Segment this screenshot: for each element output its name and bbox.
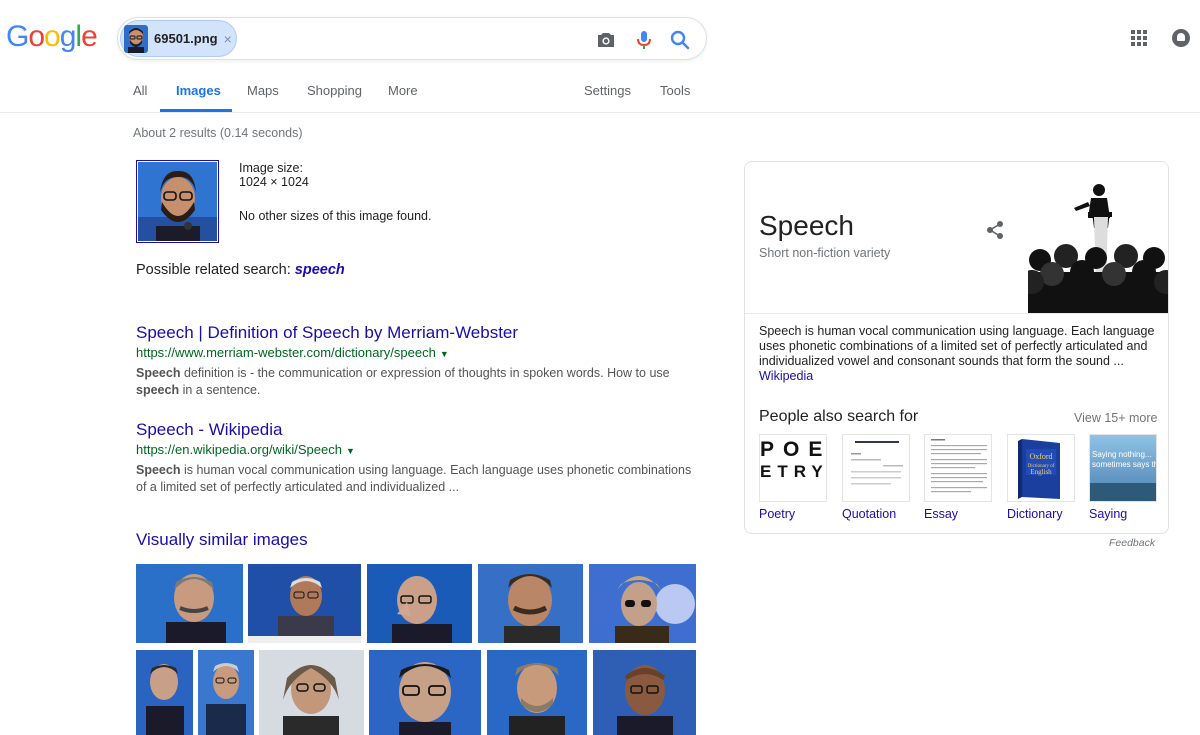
result-url-text: https://www.merriam-webster.com/dictiona… <box>136 345 436 360</box>
camera-icon[interactable] <box>594 28 618 52</box>
pas-item-saying[interactable]: Saying nothing...sometimes says the m Sa… <box>1089 434 1157 521</box>
result-url: https://www.merriam-webster.com/dictiona… <box>136 344 702 363</box>
tab-settings[interactable]: Settings <box>584 83 631 98</box>
logo-letter: G <box>6 20 29 53</box>
notifications-icon[interactable] <box>1172 29 1190 47</box>
search-box[interactable]: 69501.png × <box>117 17 707 60</box>
related-search-link[interactable]: speech <box>295 262 345 278</box>
query-image[interactable] <box>136 160 219 243</box>
visually-similar-heading[interactable]: Visually similar images <box>136 530 308 550</box>
pas-thumbnail: POE ETRY <box>759 434 827 502</box>
pas-thumbnail <box>924 434 992 502</box>
image-size-label: Image size: <box>239 161 303 175</box>
people-also-search-heading: People also search for <box>759 408 919 425</box>
pas-item-poetry[interactable]: POE ETRY Poetry <box>759 434 827 521</box>
view-more-link[interactable]: View 15+ more <box>1074 411 1158 425</box>
similar-image[interactable] <box>367 564 472 643</box>
image-query-chip[interactable]: 69501.png × <box>120 20 237 57</box>
search-result: Speech | Definition of Speech by Merriam… <box>136 322 702 399</box>
kp-description-text: Speech is human vocal communication usin… <box>759 324 1155 368</box>
result-snippet: Speech definition is - the communication… <box>136 366 670 397</box>
related-search-label: Possible related search: <box>136 262 291 278</box>
pas-label: Dictionary <box>1007 507 1063 521</box>
chevron-down-icon[interactable]: ▼ <box>440 349 449 359</box>
pas-thumbnail <box>842 434 910 502</box>
kp-subtitle: Short non-fiction variety <box>759 246 891 260</box>
similar-image[interactable] <box>198 650 254 735</box>
result-title-link[interactable]: Speech | Definition of Speech by Merriam… <box>136 322 702 344</box>
kp-hero-image[interactable] <box>1028 162 1168 313</box>
result-snippet: Speech is human vocal communication usin… <box>136 463 692 494</box>
similar-image[interactable] <box>248 564 361 643</box>
feedback-link[interactable]: Feedback <box>1109 537 1155 549</box>
svg-text:Oxford: Oxford <box>1029 452 1052 461</box>
share-icon[interactable] <box>985 220 1005 240</box>
result-url: https://en.wikipedia.org/wiki/Speech ▼ <box>136 441 702 460</box>
pas-label: Essay <box>924 507 959 521</box>
similar-image[interactable] <box>487 650 587 735</box>
similar-image[interactable] <box>136 650 193 735</box>
no-other-sizes-text: No other sizes of this image found. <box>239 209 432 223</box>
logo-letter: o <box>28 20 45 53</box>
pas-label: Poetry <box>759 507 796 521</box>
image-size-value: 1024 × 1024 <box>239 175 309 189</box>
similar-image[interactable] <box>369 650 481 735</box>
microphone-icon[interactable] <box>632 28 656 52</box>
query-thumbnail <box>124 24 148 53</box>
kp-divider <box>745 313 1168 314</box>
logo-letter: o <box>44 20 61 53</box>
pas-label: Quotation <box>842 507 897 521</box>
similar-image[interactable] <box>259 650 364 735</box>
result-stats: About 2 results (0.14 seconds) <box>133 126 303 140</box>
apps-grid-icon[interactable] <box>1131 30 1147 46</box>
logo-letter: e <box>81 20 98 53</box>
kp-description: Speech is human vocal communication usin… <box>759 324 1159 384</box>
similar-image[interactable] <box>593 650 696 735</box>
logo-letter: g <box>59 20 77 53</box>
active-tab-indicator <box>160 109 232 112</box>
pas-thumbnail: Oxford Dictionary of English <box>1007 434 1075 502</box>
chevron-down-icon[interactable]: ▼ <box>346 446 355 456</box>
tab-all[interactable]: All <box>133 83 147 98</box>
poetry-line: POE <box>760 438 827 461</box>
pas-item-essay[interactable]: Essay <box>924 434 992 521</box>
search-result: Speech - Wikipedia https://en.wikipedia.… <box>136 419 702 496</box>
kp-wikipedia-link[interactable]: Wikipedia <box>759 369 813 383</box>
query-filename: 69501.png <box>154 31 218 46</box>
similar-image[interactable] <box>478 564 583 643</box>
related-search: Possible related search: speech <box>136 262 345 278</box>
close-icon[interactable]: × <box>224 31 232 47</box>
pas-label: Saying <box>1089 507 1128 521</box>
tab-maps[interactable]: Maps <box>247 83 279 98</box>
pas-item-dictionary[interactable]: Oxford Dictionary of English Dictionary <box>1007 434 1075 521</box>
kp-title: Speech <box>759 210 854 241</box>
search-icon[interactable] <box>668 28 692 52</box>
similar-image[interactable] <box>589 564 696 643</box>
google-logo[interactable]: Google <box>6 20 98 54</box>
result-url-text: https://en.wikipedia.org/wiki/Speech <box>136 442 342 457</box>
pas-thumbnail: Saying nothing...sometimes says the m <box>1089 434 1157 502</box>
search-tabs: All Images Maps Shopping More Settings T… <box>0 83 1200 113</box>
knowledge-panel: Speech Short non-fiction variety Speech … <box>744 161 1169 534</box>
tab-more[interactable]: More <box>388 83 418 98</box>
svg-text:sometimes says the m: sometimes says the m <box>1092 460 1157 469</box>
tab-shopping[interactable]: Shopping <box>307 83 362 98</box>
pas-item-quotation[interactable]: Quotation <box>842 434 910 521</box>
poetry-line: ETRY <box>760 462 827 481</box>
result-title-link[interactable]: Speech - Wikipedia <box>136 419 702 441</box>
tab-tools[interactable]: Tools <box>660 83 690 98</box>
svg-text:English: English <box>1030 468 1052 476</box>
similar-image[interactable] <box>136 564 243 643</box>
svg-text:Saying nothing...: Saying nothing... <box>1092 450 1152 459</box>
tab-images[interactable]: Images <box>176 83 221 98</box>
